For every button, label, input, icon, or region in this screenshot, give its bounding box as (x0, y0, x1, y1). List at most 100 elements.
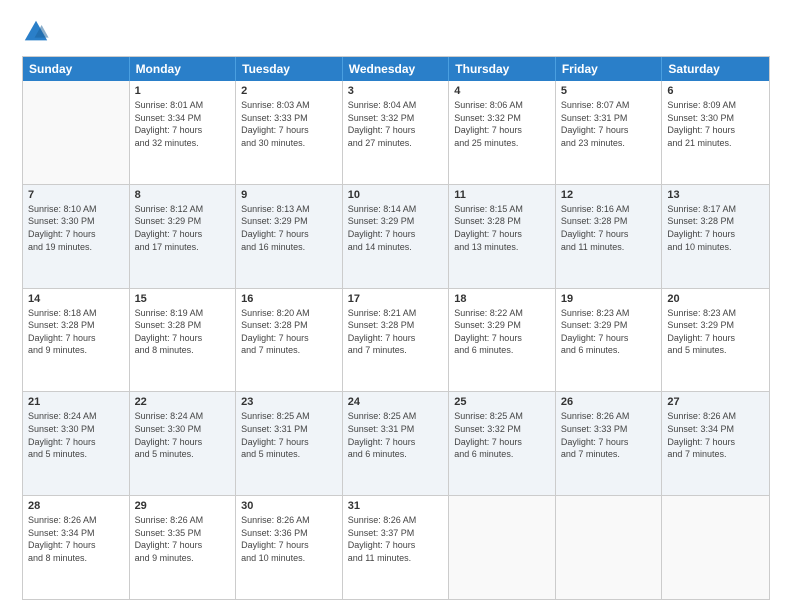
day-info: Sunrise: 8:13 AMSunset: 3:29 PMDaylight:… (241, 203, 337, 253)
day-info: Sunrise: 8:26 AMSunset: 3:36 PMDaylight:… (241, 514, 337, 564)
day-number: 14 (28, 293, 124, 305)
header (22, 18, 770, 46)
day-cell-4: 4 Sunrise: 8:06 AMSunset: 3:32 PMDaylight… (449, 81, 556, 184)
day-cell-1: 1Sunrise: 8:01 AMSunset: 3:34 PMDaylight… (130, 81, 237, 184)
day-number: 30 (241, 500, 337, 512)
day-cell-29: 29 Sunrise: 8:26 AMSunset: 3:35 PMDayligh… (130, 496, 237, 599)
day-info: Sunrise: 8:15 AMSunset: 3:28 PMDaylight:… (454, 203, 550, 253)
day-number: 2 (241, 85, 337, 97)
empty-cell-4-6 (662, 496, 769, 599)
day-cell-8: 8 Sunrise: 8:12 AMSunset: 3:29 PMDaylight… (130, 185, 237, 288)
day-number: 19 (561, 293, 657, 305)
day-cell-2: 2Sunrise: 8:03 AMSunset: 3:33 PMDaylight… (236, 81, 343, 184)
day-number: 29 (135, 500, 231, 512)
header-cell-wednesday: Wednesday (343, 57, 450, 81)
day-number: 8 (135, 189, 231, 201)
empty-cell-4-5 (556, 496, 663, 599)
header-cell-monday: Monday (130, 57, 237, 81)
header-cell-tuesday: Tuesday (236, 57, 343, 81)
day-info: Sunrise: 8:16 AMSunset: 3:28 PMDaylight:… (561, 203, 657, 253)
calendar-body: 1Sunrise: 8:01 AMSunset: 3:34 PMDaylight… (23, 81, 769, 599)
day-number: 24 (348, 396, 444, 408)
header-cell-thursday: Thursday (449, 57, 556, 81)
day-number: 10 (348, 189, 444, 201)
day-info: Sunrise: 8:26 AMSunset: 3:34 PMDaylight:… (28, 514, 124, 564)
day-cell-3: 3 Sunrise: 8:04 AMSunset: 3:32 PMDaylight… (343, 81, 450, 184)
day-cell-24: 24 Sunrise: 8:25 AMSunset: 3:31 PMDayligh… (343, 392, 450, 495)
day-cell-26: 26 Sunrise: 8:26 AMSunset: 3:33 PMDayligh… (556, 392, 663, 495)
day-info: Sunrise: 8:06 AMSunset: 3:32 PMDaylight:… (454, 99, 550, 149)
day-cell-25: 25Sunrise: 8:25 AMSunset: 3:32 PMDayligh… (449, 392, 556, 495)
day-number: 3 (348, 85, 444, 97)
logo-icon (22, 18, 50, 46)
day-info: Sunrise: 8:25 AMSunset: 3:32 PMDaylight:… (454, 410, 550, 460)
day-number: 1 (135, 85, 231, 97)
day-info: Sunrise: 8:25 AMSunset: 3:31 PMDaylight:… (241, 410, 337, 460)
day-cell-28: 28 Sunrise: 8:26 AMSunset: 3:34 PMDayligh… (23, 496, 130, 599)
day-cell-27: 27Sunrise: 8:26 AMSunset: 3:34 PMDayligh… (662, 392, 769, 495)
day-info: Sunrise: 8:12 AMSunset: 3:29 PMDaylight:… (135, 203, 231, 253)
day-cell-5: 5 Sunrise: 8:07 AMSunset: 3:31 PMDaylight… (556, 81, 663, 184)
day-cell-19: 19 Sunrise: 8:23 AMSunset: 3:29 PMDayligh… (556, 289, 663, 392)
day-info: Sunrise: 8:21 AMSunset: 3:28 PMDaylight:… (348, 307, 444, 357)
day-info: Sunrise: 8:17 AMSunset: 3:28 PMDaylight:… (667, 203, 764, 253)
calendar-header: SundayMondayTuesdayWednesdayThursdayFrid… (23, 57, 769, 81)
day-info: Sunrise: 8:26 AMSunset: 3:33 PMDaylight:… (561, 410, 657, 460)
day-cell-6: 6 Sunrise: 8:09 AMSunset: 3:30 PMDaylight… (662, 81, 769, 184)
day-number: 13 (667, 189, 764, 201)
day-number: 5 (561, 85, 657, 97)
day-number: 18 (454, 293, 550, 305)
day-number: 7 (28, 189, 124, 201)
day-info: Sunrise: 8:04 AMSunset: 3:32 PMDaylight:… (348, 99, 444, 149)
day-info: Sunrise: 8:14 AMSunset: 3:29 PMDaylight:… (348, 203, 444, 253)
day-number: 26 (561, 396, 657, 408)
day-number: 4 (454, 85, 550, 97)
cal-row-0: 1Sunrise: 8:01 AMSunset: 3:34 PMDaylight… (23, 81, 769, 185)
day-number: 9 (241, 189, 337, 201)
day-cell-15: 15 Sunrise: 8:19 AMSunset: 3:28 PMDayligh… (130, 289, 237, 392)
day-number: 31 (348, 500, 444, 512)
day-number: 15 (135, 293, 231, 305)
calendar: SundayMondayTuesdayWednesdayThursdayFrid… (22, 56, 770, 600)
day-info: Sunrise: 8:26 AMSunset: 3:37 PMDaylight:… (348, 514, 444, 564)
day-cell-13: 13 Sunrise: 8:17 AMSunset: 3:28 PMDayligh… (662, 185, 769, 288)
header-cell-friday: Friday (556, 57, 663, 81)
day-cell-16: 16 Sunrise: 8:20 AMSunset: 3:28 PMDayligh… (236, 289, 343, 392)
day-info: Sunrise: 8:24 AMSunset: 3:30 PMDaylight:… (28, 410, 124, 460)
page: SundayMondayTuesdayWednesdayThursdayFrid… (0, 0, 792, 612)
day-cell-31: 31 Sunrise: 8:26 AMSunset: 3:37 PMDayligh… (343, 496, 450, 599)
day-info: Sunrise: 8:10 AMSunset: 3:30 PMDaylight:… (28, 203, 124, 253)
day-number: 6 (667, 85, 764, 97)
day-cell-7: 7 Sunrise: 8:10 AMSunset: 3:30 PMDaylight… (23, 185, 130, 288)
day-info: Sunrise: 8:07 AMSunset: 3:31 PMDaylight:… (561, 99, 657, 149)
cal-row-2: 14 Sunrise: 8:18 AMSunset: 3:28 PMDayligh… (23, 289, 769, 393)
day-cell-9: 9 Sunrise: 8:13 AMSunset: 3:29 PMDaylight… (236, 185, 343, 288)
cal-row-4: 28 Sunrise: 8:26 AMSunset: 3:34 PMDayligh… (23, 496, 769, 599)
cal-row-3: 21Sunrise: 8:24 AMSunset: 3:30 PMDayligh… (23, 392, 769, 496)
day-info: Sunrise: 8:09 AMSunset: 3:30 PMDaylight:… (667, 99, 764, 149)
day-info: Sunrise: 8:26 AMSunset: 3:35 PMDaylight:… (135, 514, 231, 564)
day-number: 27 (667, 396, 764, 408)
day-info: Sunrise: 8:23 AMSunset: 3:29 PMDaylight:… (561, 307, 657, 357)
day-info: Sunrise: 8:18 AMSunset: 3:28 PMDaylight:… (28, 307, 124, 357)
day-info: Sunrise: 8:22 AMSunset: 3:29 PMDaylight:… (454, 307, 550, 357)
day-cell-14: 14 Sunrise: 8:18 AMSunset: 3:28 PMDayligh… (23, 289, 130, 392)
day-info: Sunrise: 8:25 AMSunset: 3:31 PMDaylight:… (348, 410, 444, 460)
day-number: 11 (454, 189, 550, 201)
day-cell-12: 12 Sunrise: 8:16 AMSunset: 3:28 PMDayligh… (556, 185, 663, 288)
day-number: 23 (241, 396, 337, 408)
empty-cell-0-0 (23, 81, 130, 184)
day-cell-30: 30 Sunrise: 8:26 AMSunset: 3:36 PMDayligh… (236, 496, 343, 599)
logo (22, 18, 54, 46)
day-cell-21: 21Sunrise: 8:24 AMSunset: 3:30 PMDayligh… (23, 392, 130, 495)
day-info: Sunrise: 8:20 AMSunset: 3:28 PMDaylight:… (241, 307, 337, 357)
empty-cell-4-4 (449, 496, 556, 599)
day-number: 20 (667, 293, 764, 305)
day-number: 16 (241, 293, 337, 305)
day-number: 12 (561, 189, 657, 201)
day-info: Sunrise: 8:19 AMSunset: 3:28 PMDaylight:… (135, 307, 231, 357)
day-cell-11: 11 Sunrise: 8:15 AMSunset: 3:28 PMDayligh… (449, 185, 556, 288)
day-info: Sunrise: 8:24 AMSunset: 3:30 PMDaylight:… (135, 410, 231, 460)
day-number: 17 (348, 293, 444, 305)
day-number: 28 (28, 500, 124, 512)
